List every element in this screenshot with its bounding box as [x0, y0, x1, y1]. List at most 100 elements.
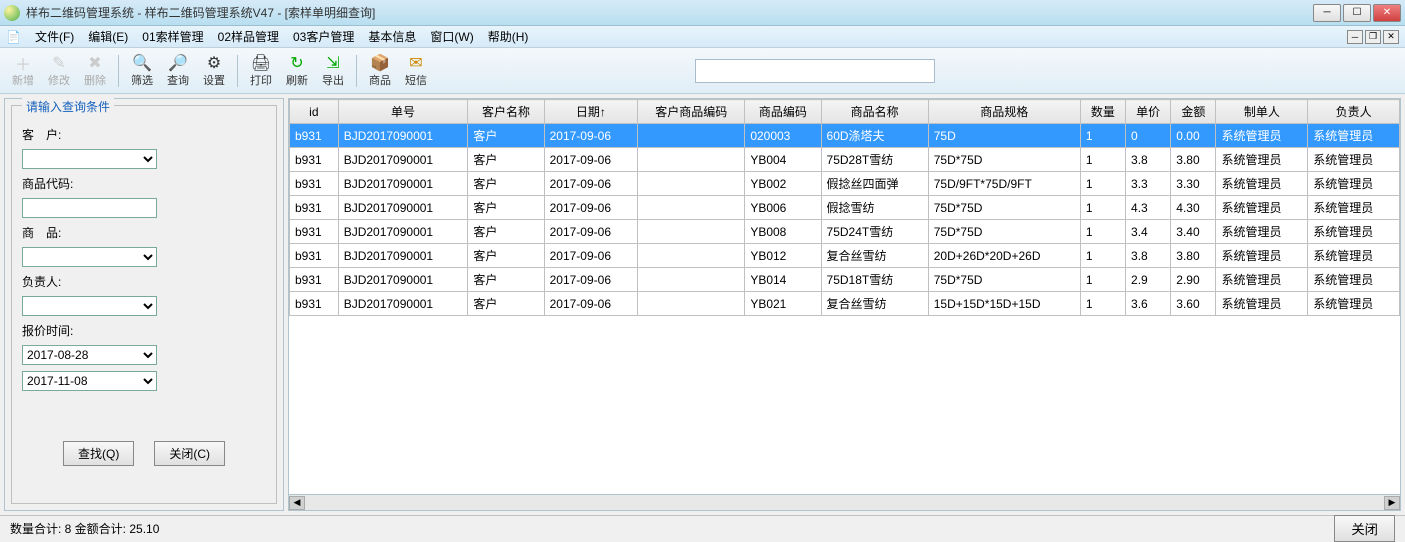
customer-select[interactable]: [22, 149, 157, 169]
mdi-restore[interactable]: ❐: [1365, 30, 1381, 44]
goods-icon: 📦: [371, 54, 389, 72]
sms-icon: ✉: [407, 54, 425, 72]
customer-label: 客 户:: [22, 126, 82, 143]
grid-wrap[interactable]: id单号客户名称日期↑客户商品编码商品编码商品名称商品规格数量单价金额制单人负责…: [288, 98, 1401, 495]
cell-date: 2017-09-06: [544, 244, 637, 268]
mdi-close[interactable]: ✕: [1383, 30, 1399, 44]
table-row[interactable]: b931BJD2017090001客户2017-09-0602000360D涤塔…: [290, 124, 1400, 148]
cell-resp: 系统管理员: [1308, 220, 1400, 244]
find-button[interactable]: 查找(Q): [63, 441, 134, 466]
grid-header-4[interactable]: 客户商品编码: [638, 100, 745, 124]
menu-help[interactable]: 帮助(H): [488, 28, 529, 45]
tb-sep3: [356, 55, 357, 87]
mdi-minimize[interactable]: ─: [1347, 30, 1363, 44]
grid-header-0[interactable]: id: [290, 100, 339, 124]
tb-query[interactable]: 🔎查询: [161, 52, 195, 90]
cell-resp: 系统管理员: [1308, 172, 1400, 196]
cell-price: 3.8: [1126, 244, 1171, 268]
minimize-button[interactable]: ─: [1313, 4, 1341, 22]
date-from-select[interactable]: 2017-08-28: [22, 345, 157, 365]
table-row[interactable]: b931BJD2017090001客户2017-09-06YB01475D18T…: [290, 268, 1400, 292]
cell-no: BJD2017090001: [338, 268, 468, 292]
date-to-select[interactable]: 2017-11-08: [22, 371, 157, 391]
tb-print[interactable]: 🖨打印: [244, 52, 278, 90]
cell-ccode: [638, 244, 745, 268]
goods-select[interactable]: [22, 247, 157, 267]
export-icon: ⇲: [324, 54, 342, 72]
cell-ccode: [638, 172, 745, 196]
add-icon: ＋: [14, 54, 32, 72]
menu-m2[interactable]: 02样品管理: [218, 28, 279, 45]
cell-resp: 系统管理员: [1308, 196, 1400, 220]
bottom-close-button[interactable]: 关闭: [1334, 515, 1395, 542]
grid-header-11[interactable]: 制单人: [1216, 100, 1308, 124]
cell-amt: 2.90: [1171, 268, 1216, 292]
grid-header-1[interactable]: 单号: [338, 100, 468, 124]
grid-header-2[interactable]: 客户名称: [468, 100, 544, 124]
table-row[interactable]: b931BJD2017090001客户2017-09-06YB012复合丝雪纺2…: [290, 244, 1400, 268]
tb-settings[interactable]: ⚙设置: [197, 52, 231, 90]
cell-date: 2017-09-06: [544, 268, 637, 292]
goods-label: 商 品:: [22, 224, 82, 241]
grid-header-9[interactable]: 单价: [1126, 100, 1171, 124]
menu-m1[interactable]: 01索样管理: [142, 28, 203, 45]
cell-spec: 75D: [928, 124, 1080, 148]
scroll-left-icon[interactable]: ◀: [289, 496, 305, 510]
close-panel-button[interactable]: 关闭(C): [154, 441, 225, 466]
tb-goods[interactable]: 📦商品: [363, 52, 397, 90]
maximize-button[interactable]: ☐: [1343, 4, 1371, 22]
grid-panel: id单号客户名称日期↑客户商品编码商品编码商品名称商品规格数量单价金额制单人负责…: [288, 98, 1401, 511]
grid-header-12[interactable]: 负责人: [1308, 100, 1400, 124]
grid-header-8[interactable]: 数量: [1080, 100, 1125, 124]
toolbar: ＋新增 ✎修改 ✖删除 🔍筛选 🔎查询 ⚙设置 🖨打印 ↻刷新 ⇲导出 📦商品 …: [0, 48, 1405, 94]
responsible-select[interactable]: [22, 296, 157, 316]
close-button[interactable]: ✕: [1373, 4, 1401, 22]
grid-header-row: id单号客户名称日期↑客户商品编码商品编码商品名称商品规格数量单价金额制单人负责…: [290, 100, 1400, 124]
cell-ccode: [638, 220, 745, 244]
tb-modify: ✎修改: [42, 52, 76, 90]
menu-m3[interactable]: 03客户管理: [293, 28, 354, 45]
scroll-right-icon[interactable]: ▶: [1384, 496, 1400, 510]
menu-window[interactable]: 窗口(W): [430, 28, 473, 45]
print-icon: 🖨: [252, 54, 270, 72]
titlebar: 样布二维码管理系统 - 样布二维码管理系统V47 - [索样单明细查询] ─ ☐…: [0, 0, 1405, 26]
grid-header-5[interactable]: 商品编码: [745, 100, 821, 124]
tb-export[interactable]: ⇲导出: [316, 52, 350, 90]
tb-sep1: [118, 55, 119, 87]
statusbar: 数量合计: 8 金额合计: 25.10 关闭: [0, 515, 1405, 541]
table-row[interactable]: b931BJD2017090001客户2017-09-06YB00875D24T…: [290, 220, 1400, 244]
goods-code-input[interactable]: [22, 198, 157, 218]
cell-maker: 系统管理员: [1216, 220, 1308, 244]
grid-header-10[interactable]: 金额: [1171, 100, 1216, 124]
grid-header-7[interactable]: 商品规格: [928, 100, 1080, 124]
cell-gname: 复合丝雪纺: [821, 292, 928, 316]
cell-date: 2017-09-06: [544, 148, 637, 172]
tb-refresh[interactable]: ↻刷新: [280, 52, 314, 90]
menu-base[interactable]: 基本信息: [368, 28, 416, 45]
cell-price: 3.3: [1126, 172, 1171, 196]
cell-date: 2017-09-06: [544, 124, 637, 148]
cell-gcode: YB021: [745, 292, 821, 316]
table-row[interactable]: b931BJD2017090001客户2017-09-06YB006假捻雪纺75…: [290, 196, 1400, 220]
cell-qty: 1: [1080, 196, 1125, 220]
cell-id: b931: [290, 172, 339, 196]
cell-cust: 客户: [468, 292, 544, 316]
tb-filter[interactable]: 🔍筛选: [125, 52, 159, 90]
cell-maker: 系统管理员: [1216, 172, 1308, 196]
tb-sms[interactable]: ✉短信: [399, 52, 433, 90]
table-row[interactable]: b931BJD2017090001客户2017-09-06YB00475D28T…: [290, 148, 1400, 172]
cell-id: b931: [290, 220, 339, 244]
cell-gname: 60D涤塔夫: [821, 124, 928, 148]
h-scrollbar[interactable]: ◀ ▶: [288, 495, 1401, 511]
menu-file[interactable]: 文件(F): [35, 28, 74, 45]
cell-price: 2.9: [1126, 268, 1171, 292]
grid-header-6[interactable]: 商品名称: [821, 100, 928, 124]
grid-header-3[interactable]: 日期↑: [544, 100, 637, 124]
query-icon: 🔎: [169, 54, 187, 72]
filter-icon: 🔍: [133, 54, 151, 72]
cell-gcode: YB004: [745, 148, 821, 172]
cell-no: BJD2017090001: [338, 292, 468, 316]
table-row[interactable]: b931BJD2017090001客户2017-09-06YB002假捻丝四面弹…: [290, 172, 1400, 196]
table-row[interactable]: b931BJD2017090001客户2017-09-06YB021复合丝雪纺1…: [290, 292, 1400, 316]
menu-edit[interactable]: 编辑(E): [88, 28, 128, 45]
